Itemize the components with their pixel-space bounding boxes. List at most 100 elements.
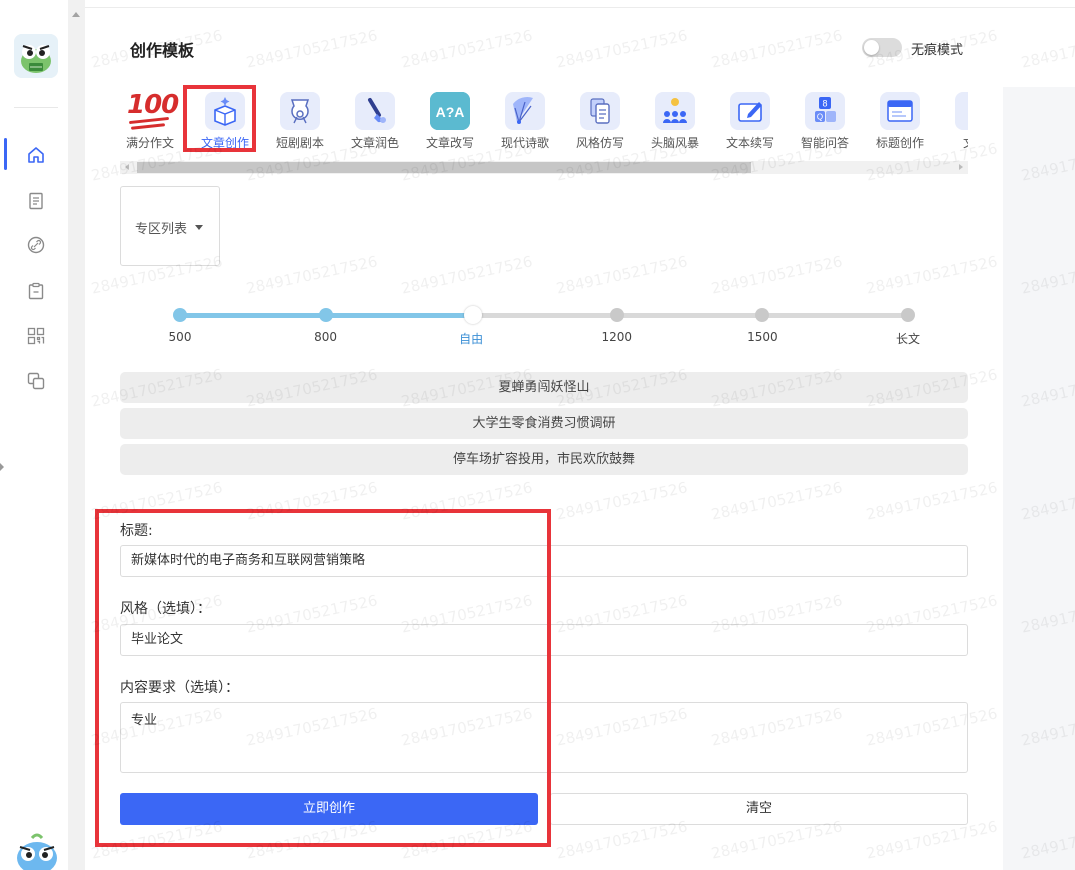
- slider-stop-label: 500: [168, 330, 192, 344]
- watermark-text: 28491705217526: [864, 252, 1000, 298]
- grid-apps-icon[interactable]: [26, 326, 46, 346]
- slider-stop[interactable]: [318, 308, 333, 322]
- template-scrollbar[interactable]: [120, 161, 968, 174]
- scrollbar-thumb[interactable]: [137, 162, 751, 173]
- home-icon[interactable]: [26, 145, 46, 165]
- watermark-text: 28491705217526: [709, 26, 845, 72]
- brush-icon: [355, 92, 395, 130]
- right-side-panel: [1003, 87, 1075, 870]
- template-item-qa[interactable]: 8Q 智能问答: [790, 88, 860, 152]
- template-item-rewrite[interactable]: A?A 文章改写: [415, 88, 485, 152]
- template-label: 标题创作: [875, 136, 924, 150]
- template-item-brainstorm[interactable]: 头脑风暴: [640, 88, 710, 152]
- watermark-text: 28491705217526: [864, 478, 1000, 524]
- slider-stop[interactable]: [901, 308, 915, 322]
- hundred-points-icon: 100: [127, 90, 179, 120]
- watermark-text: 28491705217526: [89, 478, 225, 524]
- create-button[interactable]: 立即创作: [120, 793, 538, 825]
- template-item-continue[interactable]: 文本续写: [715, 88, 785, 152]
- scroll-left-arrow-icon[interactable]: [125, 164, 129, 170]
- suggestion-item[interactable]: 大学生零食消费习惯调研: [120, 408, 968, 439]
- template-item-manfen[interactable]: 100 满分作文: [115, 88, 185, 152]
- suggestion-item[interactable]: 停车场扩容投用，市民欢欣鼓舞: [120, 444, 968, 475]
- template-item-title[interactable]: 标题创作: [865, 88, 935, 152]
- watermark-text: 28491705217526: [554, 26, 690, 72]
- slider-stop-label: 长文: [895, 332, 920, 346]
- slider-stop[interactable]: [173, 308, 187, 322]
- template-item-poetry[interactable]: 现代诗歌: [490, 88, 560, 152]
- template-label: 现代诗歌: [500, 136, 549, 150]
- template-label: 文本续写: [725, 136, 774, 150]
- template-label: 文章改写: [425, 136, 474, 150]
- template-label: 风格仿写: [575, 136, 624, 150]
- incognito-label: 无痕模式: [911, 43, 964, 58]
- watermark-text: 28491705217526: [709, 478, 845, 524]
- watermark-text: 28491705217526: [709, 252, 845, 298]
- film-reel-icon: [280, 92, 320, 130]
- suggestion-item[interactable]: 夏蝉勇闯妖怪山: [120, 372, 968, 403]
- clear-button[interactable]: 清空: [550, 793, 968, 825]
- title-window-icon: [880, 92, 920, 130]
- top-divider: [85, 7, 1075, 8]
- vertical-scrollbar[interactable]: [68, 0, 85, 870]
- clipboard-icon[interactable]: [26, 281, 46, 301]
- watermark-text: 28491705217526: [399, 478, 535, 524]
- watermark-text: 28491705217526: [244, 478, 380, 524]
- document-list-icon[interactable]: [26, 191, 46, 211]
- svg-text:8: 8: [822, 99, 827, 109]
- slider-stop-label: 1200: [601, 330, 633, 344]
- slider-stop-label: 自由: [459, 332, 484, 346]
- content-textarea[interactable]: 专业: [120, 702, 968, 773]
- watermark-text: 28491705217526: [1019, 26, 1075, 72]
- hundred-underline: [130, 123, 166, 130]
- template-item-article-more[interactable]: 文章: [940, 88, 968, 152]
- title-label: 标题:: [120, 523, 153, 539]
- collapse-arrow-icon[interactable]: [0, 463, 4, 471]
- watermark-text: 28491705217526: [244, 252, 380, 298]
- template-label: 文章润色: [350, 136, 399, 150]
- template-item-polish[interactable]: 文章润色: [340, 88, 410, 152]
- slider-stop[interactable]: [755, 308, 770, 322]
- template-item-drama[interactable]: 短剧剧本: [265, 88, 335, 152]
- team-idea-icon: [655, 92, 695, 130]
- slider-stop[interactable]: [609, 308, 624, 322]
- document-icon: [955, 92, 968, 130]
- watermark-text: 28491705217526: [399, 26, 535, 72]
- scroll-up-arrow-icon[interactable]: [72, 12, 80, 17]
- zone-list-dropdown[interactable]: 专区列表: [120, 186, 220, 266]
- left-sidebar: [0, 0, 68, 870]
- app-logo[interactable]: [14, 34, 58, 78]
- fan-icon: [505, 92, 545, 130]
- highlight-box-template: [183, 85, 256, 152]
- template-item-imitate[interactable]: 风格仿写: [565, 88, 635, 152]
- edit-box-icon: [730, 92, 770, 130]
- watermark-text: 28491705217526: [554, 252, 690, 298]
- toggle-knob: [864, 40, 879, 55]
- template-label: 短剧剧本: [275, 136, 324, 150]
- sidebar-divider: [14, 107, 58, 108]
- slider-stop[interactable]: [464, 306, 483, 324]
- qa-cards-icon: 8Q: [805, 92, 845, 130]
- scroll-right-arrow-icon[interactable]: [959, 164, 963, 170]
- svg-text:A?A: A?A: [436, 104, 465, 120]
- zone-list-label: 专区列表: [135, 222, 188, 237]
- incognito-toggle[interactable]: [862, 38, 902, 57]
- slider-stop-label: 800: [314, 330, 338, 344]
- active-indicator: [4, 138, 7, 170]
- caret-down-icon: [195, 225, 203, 230]
- slider-stop-label: 1500: [747, 330, 778, 344]
- page-title: 创作模板: [130, 41, 195, 60]
- template-label: 智能问答: [800, 136, 849, 150]
- copy-icon[interactable]: [26, 371, 46, 391]
- link-icon[interactable]: [26, 235, 46, 255]
- watermark-text: 28491705217526: [554, 478, 690, 524]
- style-input[interactable]: 毕业论文: [120, 624, 968, 656]
- style-label: 风格（选填）：: [120, 601, 211, 617]
- translate-icon: A?A: [430, 92, 470, 130]
- user-avatar[interactable]: [14, 832, 60, 870]
- template-label: 文章: [940, 134, 968, 151]
- watermark-text: 28491705217526: [399, 252, 535, 298]
- template-label: 头脑风暴: [650, 136, 699, 150]
- title-input[interactable]: 新媒体时代的电子商务和互联网营销策略: [120, 545, 968, 577]
- watermark-text: 28491705217526: [244, 26, 380, 72]
